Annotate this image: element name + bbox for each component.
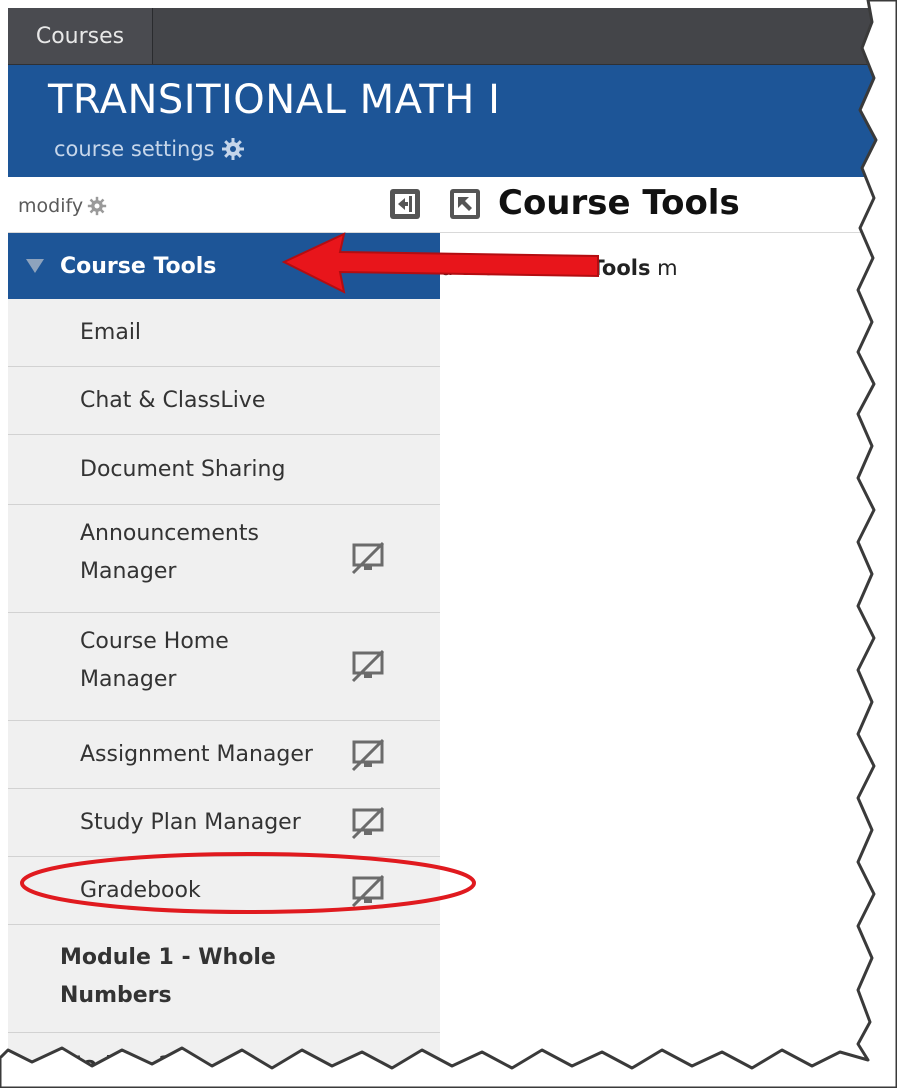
- menu-item-label: Email: [80, 319, 142, 345]
- collapse-left-icon: [395, 194, 415, 214]
- module-item[interactable]: Module 1 - Whole Numbers: [8, 925, 440, 1033]
- menu-item-chat-classlive[interactable]: Chat & ClassLive: [8, 367, 440, 435]
- modify-link[interactable]: modify: [18, 195, 107, 217]
- menu-item-document-sharing[interactable]: Document Sharing: [8, 435, 440, 505]
- course-title: TRANSITIONAL MATH I: [48, 77, 501, 123]
- menu-item-label: Chat & ClassLive: [80, 387, 266, 413]
- menu-item-label: Study Plan Manager: [80, 809, 301, 835]
- courses-tab[interactable]: Courses: [8, 8, 153, 64]
- menu-item-label: Document Sharing: [80, 456, 286, 482]
- module-label: Module 1 - Whole: [60, 945, 276, 970]
- course-banner: TRANSITIONAL MATH I course settings: [8, 65, 888, 177]
- menu-item-study-plan-manager[interactable]: Study Plan Manager: [8, 789, 440, 857]
- module-item[interactable]: Module 2: [8, 1033, 440, 1080]
- hidden-from-students-icon[interactable]: [348, 541, 388, 575]
- modify-label: modify: [18, 195, 84, 217]
- gear-icon: [87, 196, 107, 216]
- content-title: Course Tools: [498, 183, 740, 223]
- app-window: Courses TRANSITIONAL MATH I course setti…: [8, 8, 888, 1080]
- menu-item-gradebook[interactable]: Gradebook: [8, 857, 440, 925]
- top-nav-bar: Courses: [8, 8, 888, 65]
- hidden-from-students-icon[interactable]: [348, 874, 388, 908]
- menu-item-label: Assignment Manager: [80, 741, 313, 767]
- menu-item-course-home-manager[interactable]: Course Home Manager: [8, 613, 440, 721]
- content-text-end: m: [650, 256, 678, 280]
- content-header: Course Tools: [440, 177, 888, 233]
- menu-item-label: Gradebook: [80, 877, 201, 903]
- expand-icon: [454, 193, 476, 215]
- expand-content-button[interactable]: [450, 189, 480, 219]
- course-tools-header-label: Course Tools: [60, 253, 217, 279]
- hidden-from-students-icon[interactable]: [348, 738, 388, 772]
- expanded-triangle-icon: [26, 259, 44, 273]
- collapse-panel-button[interactable]: [390, 189, 420, 219]
- content-intro-text: d the Course Tools m: [440, 256, 888, 280]
- modify-row: modify: [8, 177, 440, 233]
- gear-icon: [221, 138, 244, 160]
- menu-item-announcements-manager[interactable]: Announcements Manager: [8, 505, 440, 613]
- menu-item-assignment-manager[interactable]: Assignment Manager: [8, 721, 440, 789]
- module-label: Module 2: [60, 1053, 174, 1078]
- course-settings-label: course settings: [54, 137, 215, 161]
- content-text-bold: Course Tools: [501, 256, 651, 280]
- menu-item-email[interactable]: Email: [8, 299, 440, 367]
- course-outline-panel: modify Course Tools Email Chat & ClassLi…: [8, 177, 440, 1080]
- hidden-from-students-icon[interactable]: [348, 649, 388, 683]
- module-label: Numbers: [60, 983, 172, 1008]
- course-settings-link[interactable]: course settings: [54, 137, 245, 161]
- course-tools-section-header[interactable]: Course Tools: [8, 233, 440, 299]
- hidden-from-students-icon[interactable]: [348, 806, 388, 840]
- content-text-start: d the: [440, 256, 502, 280]
